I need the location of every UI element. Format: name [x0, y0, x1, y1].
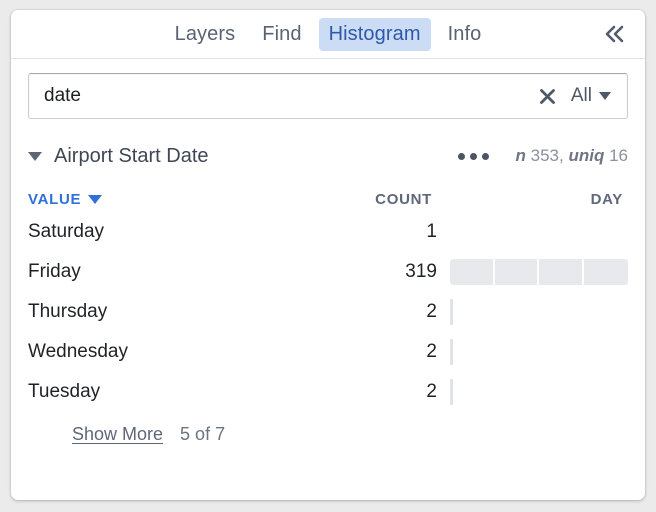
stat-separator: ,	[558, 146, 564, 165]
row-bar-cell	[443, 299, 628, 325]
triangle-down-icon[interactable]	[28, 151, 42, 161]
row-bar	[450, 259, 628, 285]
search-box[interactable]: All	[28, 73, 628, 119]
row-value: Wednesday	[28, 341, 128, 362]
page-count-label: 5 of 7	[180, 424, 226, 444]
bar-segment	[450, 379, 453, 405]
row-bar	[450, 379, 453, 405]
tab-list: Layers Find Histogram Info	[165, 17, 492, 51]
scope-dropdown[interactable]: All	[563, 85, 627, 107]
table-header-row: VALUE COUNT DAY	[28, 186, 628, 212]
table-row[interactable]: Tuesday 2	[28, 372, 628, 412]
histogram-panel: Layers Find Histogram Info All	[11, 10, 645, 500]
stat-n-label: n	[515, 146, 526, 165]
tab-find[interactable]: Find	[252, 18, 311, 51]
chevron-down-icon	[599, 92, 611, 100]
close-icon[interactable]	[533, 81, 563, 111]
stat-n-value: 353	[530, 146, 559, 165]
row-count: 319	[405, 261, 437, 282]
ellipsis-icon[interactable]	[458, 152, 490, 160]
row-count: 2	[426, 341, 437, 362]
tab-histogram[interactable]: Histogram	[318, 17, 431, 51]
table-row[interactable]: Saturday 1	[28, 212, 628, 252]
search-input[interactable]	[29, 85, 533, 107]
table-body: Saturday 1 Friday 319 Thursday 2 Wednesday 2 Tue…	[28, 212, 628, 412]
column-header-value-label: VALUE	[28, 190, 82, 208]
column-header-value[interactable]: VALUE	[28, 190, 103, 208]
column-header-day[interactable]: DAY	[438, 191, 628, 208]
table-row[interactable]: Thursday 2	[28, 292, 628, 332]
row-count: 2	[426, 381, 437, 402]
row-count: 2	[426, 301, 437, 322]
row-bar-cell	[443, 219, 628, 245]
triangle-down-icon	[88, 194, 103, 204]
bar-segment	[584, 259, 629, 285]
histogram-table: VALUE COUNT DAY Saturday 1 Friday 319 Thursd…	[11, 186, 645, 412]
bar-segment	[450, 339, 453, 365]
row-value: Thursday	[28, 301, 108, 322]
table-footer: Show More 5 of 7	[11, 412, 645, 445]
search-row: All	[11, 59, 645, 119]
row-count: 1	[426, 221, 437, 242]
column-header-count[interactable]: COUNT	[247, 191, 438, 208]
field-stats: n 353, uniq 16	[515, 146, 628, 166]
tab-layers[interactable]: Layers	[165, 18, 246, 51]
stat-uniq-value: 16	[609, 146, 628, 165]
row-bar	[450, 339, 453, 365]
row-value: Tuesday	[28, 381, 101, 402]
table-row[interactable]: Wednesday 2	[28, 332, 628, 372]
tab-info[interactable]: Info	[438, 18, 492, 51]
row-value: Friday	[28, 261, 81, 282]
bar-segment	[539, 259, 584, 285]
row-bar-cell	[443, 259, 628, 285]
stat-uniq-label: uniq	[568, 146, 605, 165]
row-bar	[450, 299, 453, 325]
row-value: Saturday	[28, 221, 105, 242]
table-row[interactable]: Friday 319	[28, 252, 628, 292]
bar-segment	[450, 299, 453, 325]
scope-label: All	[570, 85, 592, 106]
field-name: Airport Start Date	[54, 144, 209, 167]
field-header: Airport Start Date n 353, uniq 16	[11, 119, 645, 173]
bar-segment	[495, 259, 539, 285]
tab-bar: Layers Find Histogram Info	[11, 10, 645, 59]
row-bar-cell	[443, 379, 628, 405]
bar-segment	[450, 259, 495, 285]
row-bar-cell	[443, 339, 628, 365]
double-chevron-left-icon[interactable]	[599, 18, 631, 50]
show-more-link[interactable]: Show More	[72, 424, 163, 445]
